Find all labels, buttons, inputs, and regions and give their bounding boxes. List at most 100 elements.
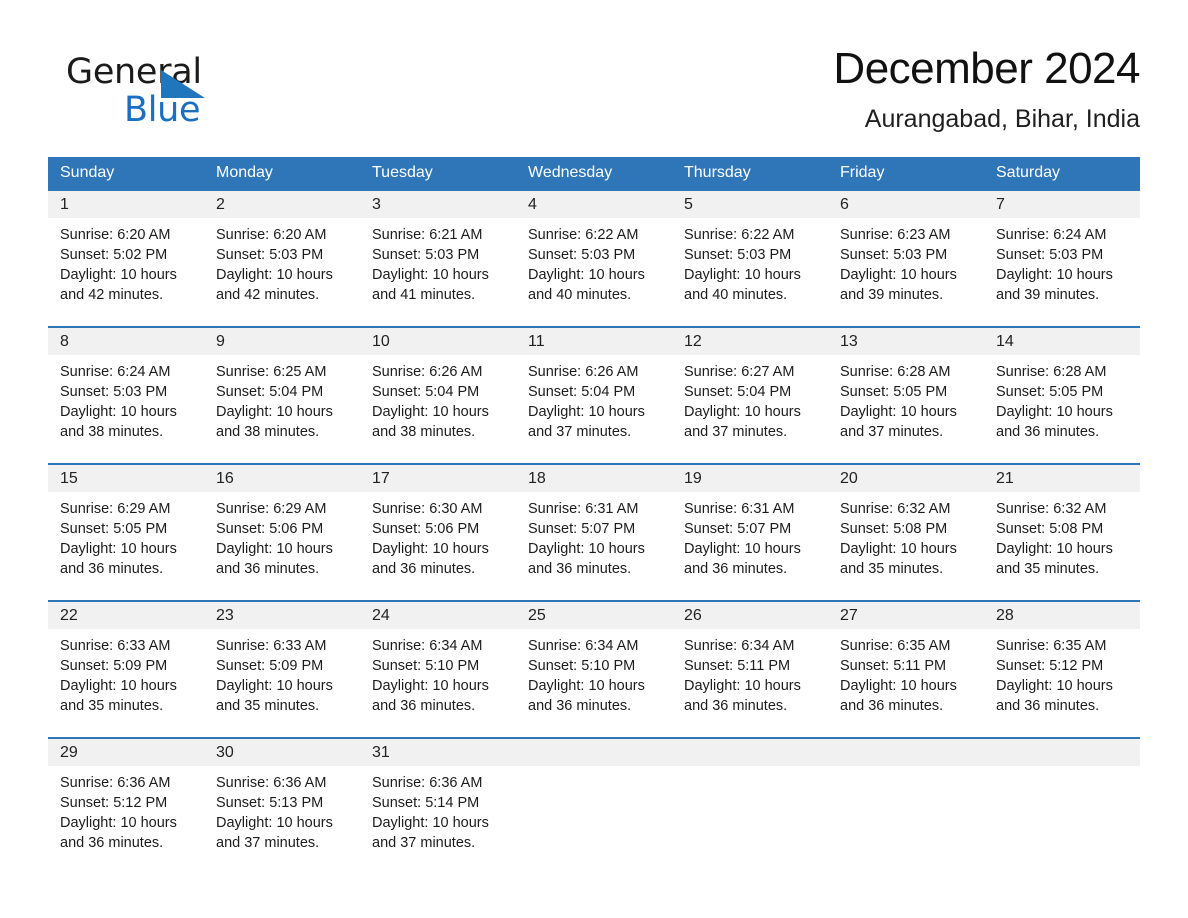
day-number[interactable]: 10 [360,328,516,355]
day-number[interactable]: 25 [516,602,672,629]
day-number[interactable]: 12 [672,328,828,355]
day-number[interactable]: 8 [48,328,204,355]
daylight-line-2: and 39 minutes. [840,287,944,303]
day-number[interactable]: 23 [204,602,360,629]
day-cell[interactable]: Sunrise: 6:26 AM Sunset: 5:04 PM Dayligh… [360,355,516,463]
day-cell[interactable]: Sunrise: 6:22 AM Sunset: 5:03 PM Dayligh… [672,218,828,326]
day-cell[interactable]: Sunrise: 6:34 AM Sunset: 5:10 PM Dayligh… [360,629,516,737]
day-cell[interactable]: Sunrise: 6:26 AM Sunset: 5:04 PM Dayligh… [516,355,672,463]
day-number[interactable]: 13 [828,328,984,355]
sunset-text: Sunset: 5:02 PM [60,247,168,263]
day-cell[interactable]: Sunrise: 6:32 AM Sunset: 5:08 PM Dayligh… [828,492,984,600]
day-number[interactable]: 31 [360,739,516,766]
day-number[interactable]: 27 [828,602,984,629]
sunset-text: Sunset: 5:14 PM [372,795,480,811]
weekday-header-wednesday: Wednesday [528,164,613,181]
calendar-page: General Blue December 2024 Aurangabad, B… [0,0,1188,918]
day-cell[interactable]: Sunrise: 6:34 AM Sunset: 5:11 PM Dayligh… [672,629,828,737]
daylight-line-2: and 42 minutes. [60,287,164,303]
day-number[interactable]: 14 [984,328,1140,355]
day-cell[interactable]: Sunrise: 6:36 AM Sunset: 5:13 PM Dayligh… [204,766,360,870]
day-number[interactable]: 21 [984,465,1140,492]
weekday-header-tuesday: Tuesday [372,164,433,181]
daylight-line-1: Daylight: 10 hours [372,815,489,831]
day-cell[interactable]: Sunrise: 6:20 AM Sunset: 5:02 PM Dayligh… [48,218,204,326]
day-cell[interactable]: Sunrise: 6:30 AM Sunset: 5:06 PM Dayligh… [360,492,516,600]
day-number[interactable]: 4 [516,191,672,218]
day-cell[interactable]: Sunrise: 6:31 AM Sunset: 5:07 PM Dayligh… [672,492,828,600]
generalblue-logo[interactable]: General Blue [56,52,276,134]
daylight-line-1: Daylight: 10 hours [372,267,489,283]
day-cell[interactable]: Sunrise: 6:20 AM Sunset: 5:03 PM Dayligh… [204,218,360,326]
day-number[interactable]: 19 [672,465,828,492]
daylight-line-1: Daylight: 10 hours [996,541,1113,557]
day-number[interactable]: 17 [360,465,516,492]
daylight-line-1: Daylight: 10 hours [684,267,801,283]
sunrise-text: Sunrise: 6:25 AM [216,364,327,380]
day-cell[interactable]: Sunrise: 6:21 AM Sunset: 5:03 PM Dayligh… [360,218,516,326]
sunrise-text: Sunrise: 6:21 AM [372,227,483,243]
weekday-header-saturday: Saturday [996,164,1061,181]
daylight-line-2: and 37 minutes. [372,835,476,851]
daylight-line-1: Daylight: 10 hours [60,815,177,831]
day-cell[interactable]: Sunrise: 6:35 AM Sunset: 5:12 PM Dayligh… [984,629,1140,737]
day-cell[interactable]: Sunrise: 6:36 AM Sunset: 5:12 PM Dayligh… [48,766,204,870]
day-number[interactable]: 16 [204,465,360,492]
day-number[interactable]: 1 [48,191,204,218]
day-cell[interactable]: Sunrise: 6:36 AM Sunset: 5:14 PM Dayligh… [360,766,516,870]
daylight-line-2: and 39 minutes. [996,287,1100,303]
daylight-line-1: Daylight: 10 hours [216,267,333,283]
day-cell[interactable]: Sunrise: 6:31 AM Sunset: 5:07 PM Dayligh… [516,492,672,600]
day-cell[interactable]: Sunrise: 6:29 AM Sunset: 5:06 PM Dayligh… [204,492,360,600]
day-number[interactable]: 22 [48,602,204,629]
day-cell[interactable]: Sunrise: 6:25 AM Sunset: 5:04 PM Dayligh… [204,355,360,463]
day-cell[interactable]: Sunrise: 6:27 AM Sunset: 5:04 PM Dayligh… [672,355,828,463]
daylight-line-1: Daylight: 10 hours [372,404,489,420]
day-number[interactable]: 26 [672,602,828,629]
day-number[interactable]: 30 [204,739,360,766]
sunset-text: Sunset: 5:05 PM [996,384,1104,400]
day-cell[interactable]: Sunrise: 6:28 AM Sunset: 5:05 PM Dayligh… [828,355,984,463]
day-cell[interactable]: Sunrise: 6:29 AM Sunset: 5:05 PM Dayligh… [48,492,204,600]
day-cell[interactable]: Sunrise: 6:33 AM Sunset: 5:09 PM Dayligh… [48,629,204,737]
daylight-line-2: and 41 minutes. [372,287,476,303]
day-number[interactable]: 15 [48,465,204,492]
day-number[interactable]: 7 [984,191,1140,218]
day-number[interactable]: 3 [360,191,516,218]
daylight-line-1: Daylight: 10 hours [216,678,333,694]
daylight-line-1: Daylight: 10 hours [996,678,1113,694]
day-cell[interactable]: Sunrise: 6:34 AM Sunset: 5:10 PM Dayligh… [516,629,672,737]
sunrise-text: Sunrise: 6:29 AM [60,501,171,517]
day-cell[interactable]: Sunrise: 6:33 AM Sunset: 5:09 PM Dayligh… [204,629,360,737]
day-cell[interactable]: Sunrise: 6:35 AM Sunset: 5:11 PM Dayligh… [828,629,984,737]
day-cell[interactable]: Sunrise: 6:32 AM Sunset: 5:08 PM Dayligh… [984,492,1140,600]
day-cell[interactable]: Sunrise: 6:28 AM Sunset: 5:05 PM Dayligh… [984,355,1140,463]
day-number[interactable]: 5 [672,191,828,218]
sunset-text: Sunset: 5:03 PM [840,247,948,263]
day-cell-empty [672,766,828,870]
sunset-text: Sunset: 5:04 PM [528,384,636,400]
sunrise-text: Sunrise: 6:23 AM [840,227,951,243]
daylight-line-2: and 38 minutes. [60,424,164,440]
day-number[interactable]: 28 [984,602,1140,629]
day-number[interactable]: 18 [516,465,672,492]
sunset-text: Sunset: 5:11 PM [684,658,791,674]
sunset-text: Sunset: 5:04 PM [216,384,324,400]
day-number[interactable]: 24 [360,602,516,629]
week-row: 1 2 3 4 5 6 7 Sunrise: 6:20 AM Sunset: 5… [48,189,1140,326]
day-number[interactable]: 20 [828,465,984,492]
sunset-text: Sunset: 5:12 PM [996,658,1104,674]
sunrise-text: Sunrise: 6:26 AM [372,364,483,380]
day-number[interactable]: 9 [204,328,360,355]
day-cell[interactable]: Sunrise: 6:24 AM Sunset: 5:03 PM Dayligh… [984,218,1140,326]
day-cell-empty [516,766,672,870]
day-cell[interactable]: Sunrise: 6:24 AM Sunset: 5:03 PM Dayligh… [48,355,204,463]
day-cell[interactable]: Sunrise: 6:22 AM Sunset: 5:03 PM Dayligh… [516,218,672,326]
sunrise-text: Sunrise: 6:31 AM [528,501,639,517]
day-cell[interactable]: Sunrise: 6:23 AM Sunset: 5:03 PM Dayligh… [828,218,984,326]
day-number[interactable]: 11 [516,328,672,355]
day-number[interactable]: 6 [828,191,984,218]
day-number[interactable]: 29 [48,739,204,766]
week-row: 8 9 10 11 12 13 14 Sunrise: 6:24 AM Suns… [48,326,1140,463]
day-number[interactable]: 2 [204,191,360,218]
